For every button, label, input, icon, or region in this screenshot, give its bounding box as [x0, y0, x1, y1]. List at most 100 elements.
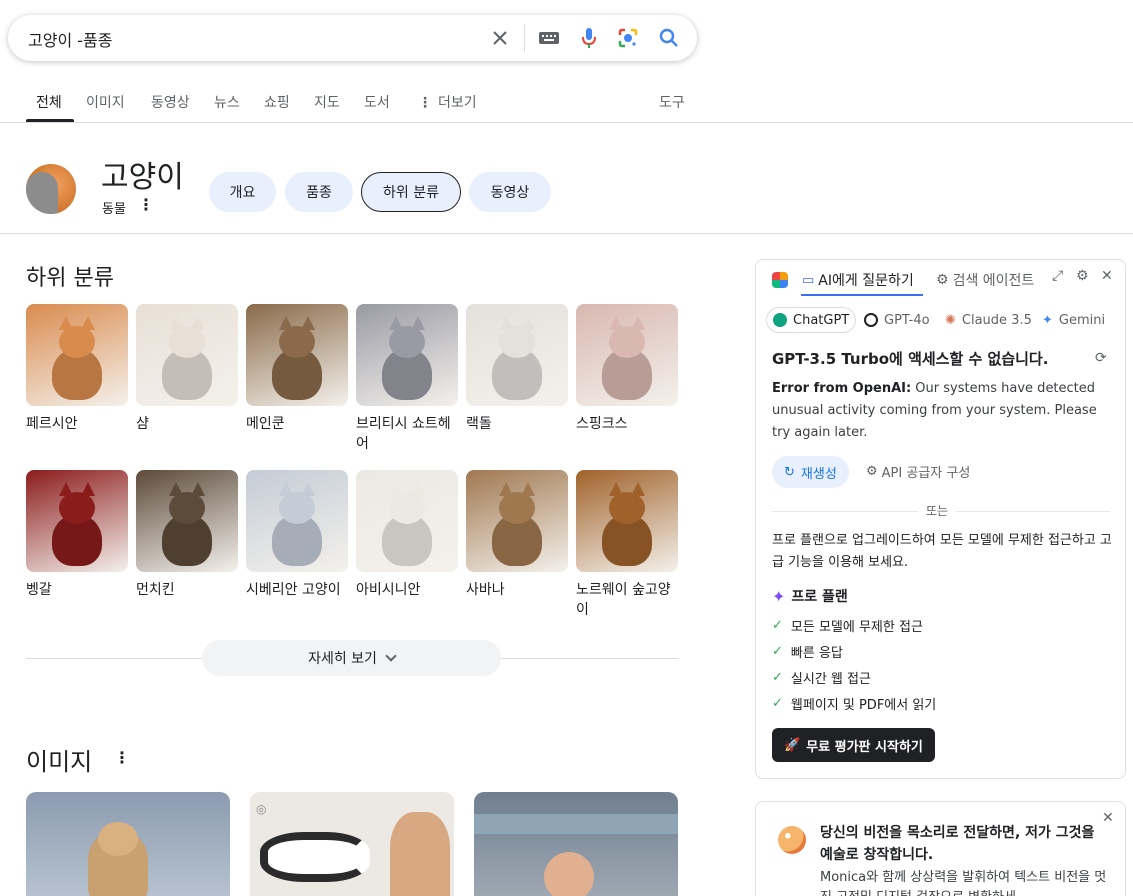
tabs-divider [0, 122, 1133, 123]
panel-error-heading: GPT-3.5 Turbo에 액세스할 수 없습니다. [772, 350, 1049, 368]
cat-head-shape [279, 326, 315, 358]
gear-icon: ⚙ [936, 272, 949, 288]
tab-all[interactable]: 전체 [36, 92, 62, 112]
close-icon[interactable] [487, 25, 513, 51]
cat-ear-shape [279, 316, 293, 330]
search-icon[interactable] [656, 25, 682, 51]
cat-ear-shape [521, 316, 535, 330]
lens-icon[interactable] [615, 25, 641, 51]
monica-panel: ▭ AI에게 질문하기 ⚙ 검색 에이전트 ⤢ ⚙ ✕ ChatGPT GPT-… [755, 259, 1126, 779]
image-card-1[interactable] [26, 792, 230, 896]
cat-ear-shape [389, 316, 403, 330]
start-trial-button[interactable]: 🚀 무료 평가판 시작하기 [772, 728, 935, 762]
model-selector: ChatGPT GPT-4o ✺ Claude 3.5 ✦ Gemini [766, 307, 1106, 333]
panel-error-message: Error from OpenAI: Our systems have dete… [772, 378, 1112, 444]
subcategory-thumbnail [26, 304, 128, 406]
check-icon: ✓ [772, 696, 783, 711]
claude-icon: ✺ [945, 312, 956, 328]
entity-more-icon[interactable]: ⋮ [138, 195, 154, 214]
tab-search-agent[interactable]: ⚙ 검색 에이전트 [936, 270, 1034, 290]
search-input[interactable]: 고양이 -품종 [28, 27, 112, 51]
feature-item: ✓ 실시간 웹 접근 [772, 668, 871, 687]
start-trial-label: 무료 평가판 시작하기 [806, 739, 923, 755]
subcategory-thumbnail [356, 470, 458, 572]
cat-ear-shape [609, 316, 623, 330]
settings-icon[interactable]: ⚙ [1076, 268, 1089, 284]
cat-ear-shape [191, 316, 205, 330]
art-panel-text: Monica와 함께 상상력을 발휘하여 텍스트 비전을 멋진 고정및 디지털 … [820, 870, 1107, 896]
show-more-button[interactable]: 자세히 보기 [202, 640, 501, 676]
api-provider-button[interactable]: ⚙ API 공급자 구성 [866, 462, 970, 481]
tab-more[interactable]: ⋮ 더보기 [418, 92, 477, 112]
cat-ear-shape [59, 482, 73, 496]
cat-ear-shape [411, 316, 425, 330]
tab-books[interactable]: 도서 [364, 92, 390, 112]
close-icon[interactable]: ✕ [1101, 268, 1113, 284]
subcategory-item-label: 시베리안 고양이 [246, 582, 341, 598]
chip-breeds[interactable]: 품종 [285, 172, 353, 212]
subcategory-item[interactable]: 벵갈 [26, 470, 129, 600]
feature-label: 실시간 웹 접근 [790, 672, 871, 687]
image-card-3[interactable] [474, 792, 678, 896]
image-card-2[interactable]: ◎ [250, 792, 454, 896]
subcategory-item[interactable]: 페르시안 [26, 304, 129, 434]
search-bar[interactable]: 고양이 -품종 [8, 15, 697, 61]
entity-cat-shape [26, 172, 58, 214]
close-icon[interactable]: ✕ [1102, 810, 1114, 826]
tab-images[interactable]: 이미지 [86, 92, 125, 112]
subcategory-item[interactable]: 시베리안 고양이 [246, 470, 349, 600]
gemini-icon: ✦ [1042, 312, 1053, 328]
tab-ask-ai-label: AI에게 질문하기 [818, 273, 914, 289]
tab-videos[interactable]: 동영상 [151, 92, 190, 112]
refresh-icon[interactable]: ⟳ [1095, 350, 1107, 366]
cat-ear-shape [81, 482, 95, 496]
subcategory-item-label: 페르시안 [26, 416, 78, 432]
mic-icon[interactable] [576, 25, 602, 51]
subcategory-item[interactable]: 사바나 [466, 470, 569, 600]
subcategory-item[interactable]: 샴 [136, 304, 239, 434]
tab-maps[interactable]: 지도 [314, 92, 340, 112]
model-claude[interactable]: ✺ Claude 3.5 [939, 307, 1038, 333]
or-label: 또는 [918, 502, 957, 519]
images-more-icon[interactable]: ⋮ [114, 748, 130, 767]
entity-subtitle: 동물 [102, 202, 126, 217]
feature-item: ✓ 웹페이지 및 PDF에서 읽기 [772, 694, 936, 713]
cat-ear-shape [301, 482, 315, 496]
subcategory-thumbnail [576, 470, 678, 572]
cat-head-shape [279, 492, 315, 524]
subcategory-item[interactable]: 스핑크스 [576, 304, 679, 434]
tab-shopping[interactable]: 쇼핑 [264, 92, 290, 112]
subcategory-item[interactable]: 메인쿤 [246, 304, 349, 434]
model-gemini[interactable]: ✦ Gemini [1036, 307, 1111, 333]
model-chatgpt[interactable]: ChatGPT [766, 307, 857, 333]
model-gpt4o-label: GPT-4o [884, 312, 930, 328]
chip-videos[interactable]: 동영상 [469, 172, 551, 212]
cat-head-shape [609, 326, 645, 358]
subcategory-thumbnail [466, 304, 568, 406]
cat-ear-shape [631, 316, 645, 330]
subcategory-item[interactable]: 랙돌 [466, 304, 569, 434]
chip-subcategory[interactable]: 하위 분류 [361, 172, 461, 212]
subcategory-thumbnail [136, 470, 238, 572]
cat-head-shape [499, 492, 535, 524]
model-gpt4o[interactable]: GPT-4o [858, 307, 936, 333]
subcategory-thumbnail [576, 304, 678, 406]
tab-news[interactable]: 뉴스 [214, 92, 240, 112]
rocket-icon: 🚀 [784, 737, 801, 753]
keyboard-icon[interactable] [536, 25, 562, 51]
sparkle-icon: ✦ [772, 586, 786, 606]
cat-head-shape [389, 492, 425, 524]
regenerate-label: 재생성 [800, 466, 837, 482]
subcategory-item[interactable]: 먼치킨 [136, 470, 239, 600]
subcategory-item[interactable]: 브리티시 쇼트헤어 [356, 304, 459, 454]
chip-overview[interactable]: 개요 [209, 172, 276, 212]
cat-ear-shape [389, 482, 403, 496]
expand-icon[interactable]: ⤢ [1052, 268, 1063, 284]
entity-thumbnail[interactable] [26, 164, 76, 214]
tools-button[interactable]: 도구 [659, 92, 685, 112]
subcategory-item[interactable]: 노르웨이 숲고양이 [576, 470, 679, 620]
chevron-down-icon [385, 650, 397, 662]
tab-ask-ai[interactable]: ▭ AI에게 질문하기 [802, 270, 914, 290]
regenerate-button[interactable]: ↻ 재생성 [772, 456, 849, 488]
subcategory-item[interactable]: 아비시니안 [356, 470, 459, 600]
